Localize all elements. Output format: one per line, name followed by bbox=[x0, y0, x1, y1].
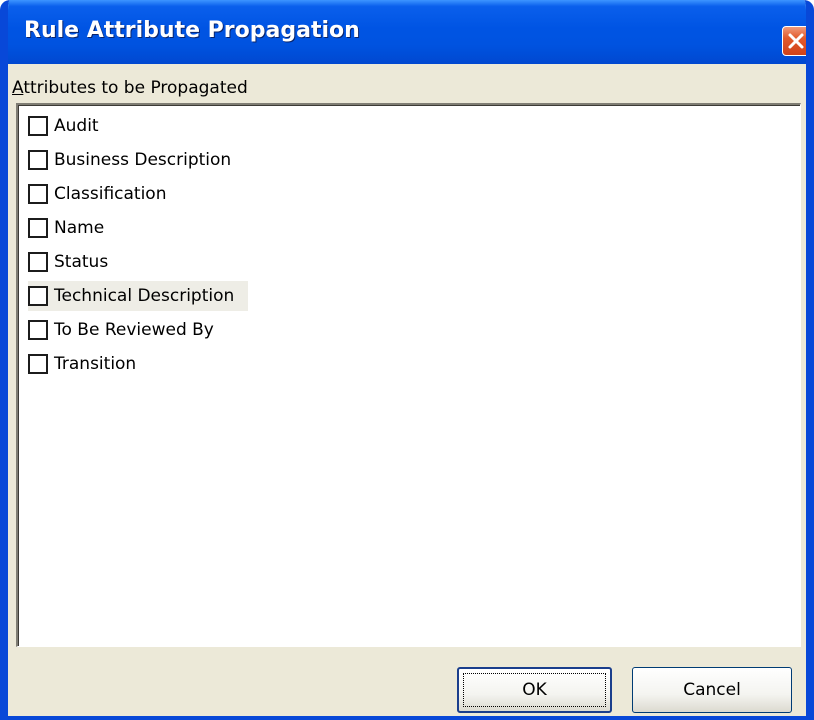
list-item-transition[interactable]: Transition bbox=[28, 349, 136, 379]
checkbox[interactable] bbox=[28, 354, 48, 374]
cancel-button-label: Cancel bbox=[683, 680, 741, 700]
dialog-title: Rule Attribute Propagation bbox=[24, 18, 360, 43]
list-item-label: Name bbox=[54, 218, 105, 238]
list-item-classification[interactable]: Classification bbox=[28, 179, 166, 209]
title-bar[interactable]: Rule Attribute Propagation bbox=[8, 0, 806, 64]
checkbox[interactable] bbox=[28, 150, 48, 170]
checkbox[interactable] bbox=[28, 286, 48, 306]
group-label-text: ttributes to be Propagated bbox=[23, 78, 248, 98]
checkbox[interactable] bbox=[28, 218, 48, 238]
list-item-to-be-reviewed-by[interactable]: To Be Reviewed By bbox=[28, 315, 214, 345]
list-item-status[interactable]: Status bbox=[28, 247, 108, 277]
list-item-label: Technical Description bbox=[54, 286, 235, 306]
ok-button[interactable]: OK bbox=[457, 667, 612, 713]
group-label-accelerator: A bbox=[12, 78, 24, 98]
cancel-button[interactable]: Cancel bbox=[632, 667, 792, 713]
list-item-label: Audit bbox=[54, 116, 99, 136]
list-item-technical-description[interactable]: Technical Description bbox=[28, 281, 249, 311]
attributes-listbox[interactable]: Audit Business Description Classificatio… bbox=[16, 103, 801, 647]
list-item-label: Transition bbox=[54, 354, 137, 374]
list-item-label: Business Description bbox=[54, 150, 232, 170]
list-item-label: Status bbox=[54, 252, 109, 272]
focus-rectangle bbox=[463, 673, 606, 707]
checkbox[interactable] bbox=[28, 320, 48, 340]
list-item-label: Classification bbox=[54, 184, 167, 204]
checkbox[interactable] bbox=[28, 184, 48, 204]
close-icon bbox=[788, 33, 804, 49]
list-item-name[interactable]: Name bbox=[28, 213, 104, 243]
attributes-group-label: Attributes to be Propagated bbox=[12, 78, 248, 98]
list-item-audit[interactable]: Audit bbox=[28, 111, 99, 141]
list-item-label: To Be Reviewed By bbox=[54, 320, 214, 340]
list-item-business-description[interactable]: Business Description bbox=[28, 145, 231, 175]
checkbox[interactable] bbox=[28, 252, 48, 272]
checkbox[interactable] bbox=[28, 116, 48, 136]
close-button[interactable] bbox=[782, 26, 806, 56]
